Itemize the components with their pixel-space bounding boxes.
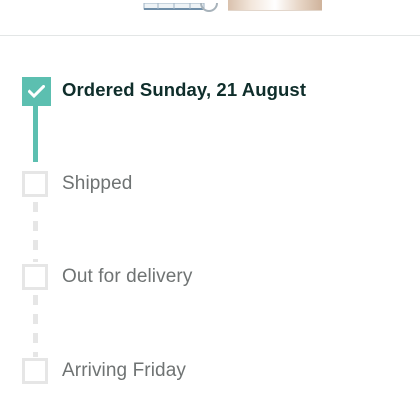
step-checkbox-pending <box>22 171 48 197</box>
step-checkbox-pending <box>22 264 48 290</box>
step-checkbox-pending <box>22 358 48 384</box>
progress-line-pending <box>33 202 38 262</box>
progress-line-pending <box>33 295 38 357</box>
delivery-tracker: Ordered Sunday, 21 August Shipped Out fo… <box>0 0 420 420</box>
step-label: Out for delivery <box>62 266 193 287</box>
step-checkbox-complete <box>22 77 51 106</box>
step-label: Ordered Sunday, 21 August <box>62 79 307 100</box>
checkmark-icon <box>28 85 45 98</box>
step-label: Shipped <box>62 173 133 194</box>
step-label: Arriving Friday <box>62 360 186 381</box>
progress-line-complete <box>33 104 38 162</box>
